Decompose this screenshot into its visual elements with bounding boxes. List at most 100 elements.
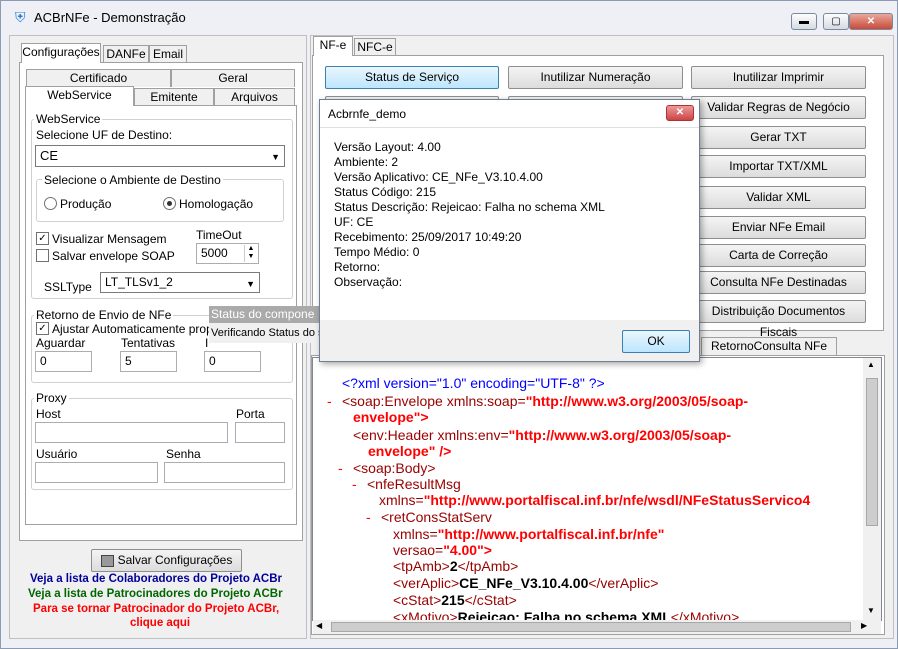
carta-correcao-button[interactable]: Carta de Correção bbox=[691, 244, 866, 267]
host-input[interactable] bbox=[35, 422, 228, 443]
usuario-label: Usuário bbox=[36, 447, 78, 461]
title-bar: ⛨ ACBrNFe - Demonstração ▬ ▢ ✕ bbox=[1, 1, 897, 33]
tab-certificado[interactable]: Certificado bbox=[26, 69, 171, 87]
scroll-left-icon[interactable]: ◀ bbox=[316, 621, 322, 630]
xml-line: <verAplic>CE_NFe_V3.10.4.00</verAplic> bbox=[393, 575, 659, 591]
xml-line: <retConsStatServ bbox=[381, 509, 492, 525]
radio-homologacao-label: Homologação bbox=[179, 197, 254, 211]
validar-xml-button[interactable]: Validar XML bbox=[691, 186, 866, 209]
tab-retorno-consulta[interactable]: RetornoConsulta NFe 2.01 bbox=[701, 337, 837, 369]
checkbox-salvar-soap-label: Salvar envelope SOAP bbox=[52, 249, 175, 263]
intervalo-input[interactable]: 0 bbox=[204, 351, 261, 372]
save-config-label: Salvar Configurações bbox=[117, 553, 233, 567]
uf-value: CE bbox=[40, 148, 59, 163]
checkbox-visualizar[interactable]: ✓ bbox=[36, 232, 49, 245]
xml-line: <?xml version="1.0" encoding="UTF-8" ?> bbox=[342, 375, 605, 391]
xml-line: <soap:Body> bbox=[353, 460, 436, 476]
dialog-line: Recebimento: 25/09/2017 10:49:20 bbox=[334, 230, 522, 244]
maximize-button[interactable]: ▢ bbox=[823, 13, 849, 30]
tentativas-input[interactable]: 5 bbox=[120, 351, 177, 372]
horizontal-scrollbar[interactable]: ◀ ▶ bbox=[313, 620, 881, 634]
status-hint-message: Verificando Status do s bbox=[211, 327, 324, 339]
validar-regras-button[interactable]: Validar Regras de Negócio bbox=[691, 96, 866, 119]
importar-txt-xml-button[interactable]: Importar TXT/XML bbox=[691, 155, 866, 178]
tab-nfe[interactable]: NF-e bbox=[313, 36, 353, 56]
radio-producao[interactable] bbox=[44, 197, 57, 210]
vertical-scrollbar[interactable]: ▲ ▼ bbox=[863, 358, 881, 620]
tab-emitente[interactable]: Emitente bbox=[134, 88, 214, 106]
dialog-line: Status Código: 215 bbox=[334, 185, 437, 199]
porta-input[interactable] bbox=[235, 422, 285, 443]
ambiente-group-title: Selecione o Ambiente de Destino bbox=[42, 173, 223, 187]
dialog-line: Versão Layout: 4.00 bbox=[334, 140, 441, 154]
webservice-group-title: WebService bbox=[34, 112, 103, 126]
tab-danfe[interactable]: DANFe bbox=[103, 45, 149, 63]
timeout-input[interactable]: 5000 ▲ ▼ bbox=[196, 243, 259, 264]
checkbox-salvar-soap[interactable] bbox=[36, 249, 49, 262]
close-button[interactable]: ✕ bbox=[849, 13, 893, 30]
dialog-line: Tempo Médio: 0 bbox=[334, 245, 420, 259]
close-icon: ✕ bbox=[675, 107, 685, 118]
distribuicao-documentos-button[interactable]: Distribuição Documentos Fiscais bbox=[691, 300, 866, 339]
consulta-nfe-destinadas-button[interactable]: Consulta NFe Destinadas bbox=[691, 271, 866, 294]
collapse-toggle[interactable]: - bbox=[366, 509, 371, 526]
status-servico-button[interactable]: Status de Serviço bbox=[325, 66, 499, 89]
dialog-ok-button[interactable]: OK bbox=[622, 330, 690, 353]
dialog-line: Ambiente: 2 bbox=[334, 155, 399, 169]
timeout-value: 5000 bbox=[201, 246, 228, 260]
link-tornar-patrocinador[interactable]: Para se tornar Patrocinador do Projeto A… bbox=[33, 603, 279, 615]
tab-configuracoes[interactable]: Configurações bbox=[21, 43, 101, 63]
scroll-up-icon[interactable]: ▲ bbox=[867, 360, 875, 369]
aguardar-label: Aguardar bbox=[36, 336, 86, 350]
inutilizar-imprimir-button[interactable]: Inutilizar Imprimir bbox=[691, 66, 866, 89]
save-config-button[interactable]: Salvar Configurações bbox=[91, 549, 242, 572]
inutilizar-numeracao-button[interactable]: Inutilizar Numeração bbox=[508, 66, 683, 89]
xml-viewer[interactable]: <?xml version="1.0" encoding="UTF-8" ?> … bbox=[312, 357, 882, 621]
collapse-toggle[interactable]: - bbox=[352, 476, 357, 493]
retorno-group-title: Retorno de Envio de NFe bbox=[34, 308, 174, 322]
xml-line: xmlns="http://www.portalfiscal.inf.br/nf… bbox=[393, 526, 665, 542]
host-label: Host bbox=[36, 407, 61, 421]
spinner-arrows-icon[interactable]: ▲ ▼ bbox=[244, 245, 257, 262]
tab-geral[interactable]: Geral bbox=[171, 69, 295, 87]
scroll-right-icon[interactable]: ▶ bbox=[861, 621, 867, 630]
message-dialog: Acbrnfe_demo ✕ Versão Layout: 4.00 Ambie… bbox=[319, 99, 700, 362]
link-patrocinadores[interactable]: Veja a lista de Patrocinadores do Projet… bbox=[28, 588, 283, 600]
senha-input[interactable] bbox=[164, 462, 285, 483]
dialog-line: Observação: bbox=[334, 275, 403, 289]
collapse-toggle[interactable]: - bbox=[338, 460, 343, 477]
uf-select[interactable]: CE ▼ bbox=[35, 145, 285, 167]
enviar-nfe-email-button[interactable]: Enviar NFe Email bbox=[691, 216, 866, 239]
hscroll-thumb[interactable] bbox=[331, 622, 851, 632]
aguardar-input[interactable]: 0 bbox=[35, 351, 92, 372]
usuario-input[interactable] bbox=[35, 462, 158, 483]
scroll-thumb[interactable] bbox=[866, 378, 878, 526]
status-hint-title: Status do compone bbox=[211, 307, 315, 321]
ssl-select[interactable]: LT_TLSv1_2 ▼ bbox=[100, 272, 260, 293]
dialog-line: Status Descrição: Rejeicao: Falha no sch… bbox=[334, 200, 605, 214]
dialog-close-button[interactable]: ✕ bbox=[666, 105, 694, 121]
link-colaboradores[interactable]: Veja a lista de Colaboradores do Projeto… bbox=[30, 573, 282, 585]
scroll-down-icon[interactable]: ▼ bbox=[867, 606, 875, 615]
intervalo-label: I bbox=[205, 336, 209, 350]
porta-label: Porta bbox=[236, 407, 265, 421]
checkbox-ajustar[interactable]: ✓ bbox=[36, 322, 49, 335]
xml-line: xmlns="http://www.portalfiscal.inf.br/nf… bbox=[379, 492, 811, 508]
chevron-down-icon: ▼ bbox=[246, 279, 255, 289]
radio-homologacao[interactable] bbox=[163, 197, 176, 210]
xml-line: <tpAmb>2</tpAmb> bbox=[393, 558, 519, 574]
xml-line: <nfeResultMsg bbox=[367, 476, 461, 492]
checkbox-ajustar-label: Ajustar Automaticamente prop. "A bbox=[52, 322, 232, 336]
minimize-button[interactable]: ▬ bbox=[791, 13, 817, 30]
xml-line: versao="4.00"> bbox=[393, 542, 492, 558]
tab-webservice[interactable]: WebService bbox=[25, 86, 134, 106]
link-clique-aqui[interactable]: clique aqui bbox=[130, 617, 190, 629]
checkbox-visualizar-label: Visualizar Mensagem bbox=[52, 232, 167, 246]
app-icon: ⛨ bbox=[15, 9, 26, 25]
xml-line: <soap:Envelope xmlns:soap="http://www.w3… bbox=[342, 393, 749, 409]
collapse-toggle[interactable]: - bbox=[327, 393, 332, 410]
tab-email[interactable]: Email bbox=[149, 45, 187, 63]
tab-nfce[interactable]: NFC-e bbox=[354, 38, 396, 56]
gerar-txt-button[interactable]: Gerar TXT bbox=[691, 126, 866, 149]
tab-arquivos[interactable]: Arquivos bbox=[214, 88, 295, 106]
